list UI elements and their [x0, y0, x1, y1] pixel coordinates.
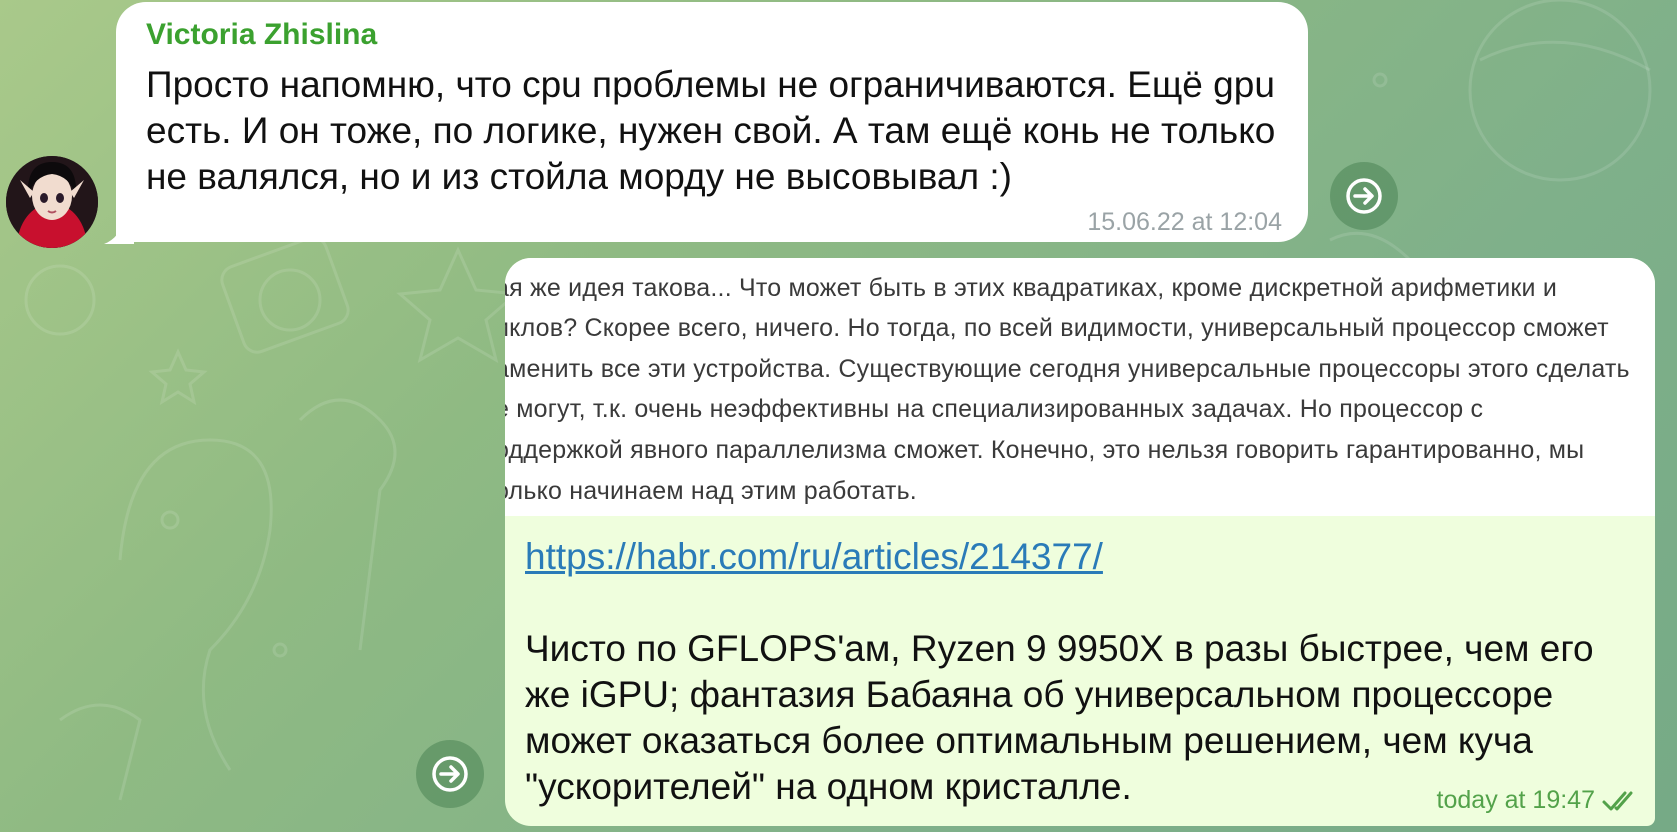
incoming-message-bubble[interactable]: Victoria Zhislina Просто напомню, что cp… — [116, 2, 1308, 242]
quote-line: ая же идея такова... Что может быть в эт… — [505, 274, 1558, 302]
sender-name[interactable]: Victoria Zhislina — [146, 18, 377, 52]
double-check-icon — [1602, 791, 1633, 811]
forward-button[interactable] — [416, 740, 484, 808]
quote-line: оддержкой явного параллелизма сможет. Ко… — [505, 436, 1585, 464]
outgoing-message-text: Чисто по GFLOPS'ам, Ryzen 9 9950X в разы… — [525, 628, 1594, 807]
quote-line: олько начинаем над этим работать. — [505, 477, 917, 505]
sender-avatar[interactable] — [6, 156, 98, 248]
forward-arrow-icon — [1346, 178, 1382, 214]
quoted-text-screenshot[interactable]: ая же идея такова... Что может быть в эт… — [505, 258, 1655, 516]
incoming-message-time: 15.06.22 at 12:04 — [1087, 208, 1282, 236]
anime-girl-avatar-icon — [6, 156, 98, 248]
forward-arrow-icon — [432, 756, 468, 792]
quote-line: аменить все эти устройства. Существующие… — [505, 355, 1630, 383]
incoming-message-text: Просто напомню, что cpu проблемы не огра… — [146, 64, 1276, 197]
quote-line: е могут, т.к. очень неэффективны на спец… — [505, 395, 1484, 423]
outgoing-message-bubble[interactable]: ая же идея такова... Что может быть в эт… — [505, 258, 1655, 826]
quote-line: иклов? Скорее всего, ничего. Но тогда, п… — [505, 314, 1609, 342]
article-link[interactable]: https://habr.com/ru/articles/214377/ — [525, 536, 1103, 578]
forward-button[interactable] — [1330, 162, 1398, 230]
outgoing-message-time: today at 19:47 — [1436, 786, 1595, 814]
